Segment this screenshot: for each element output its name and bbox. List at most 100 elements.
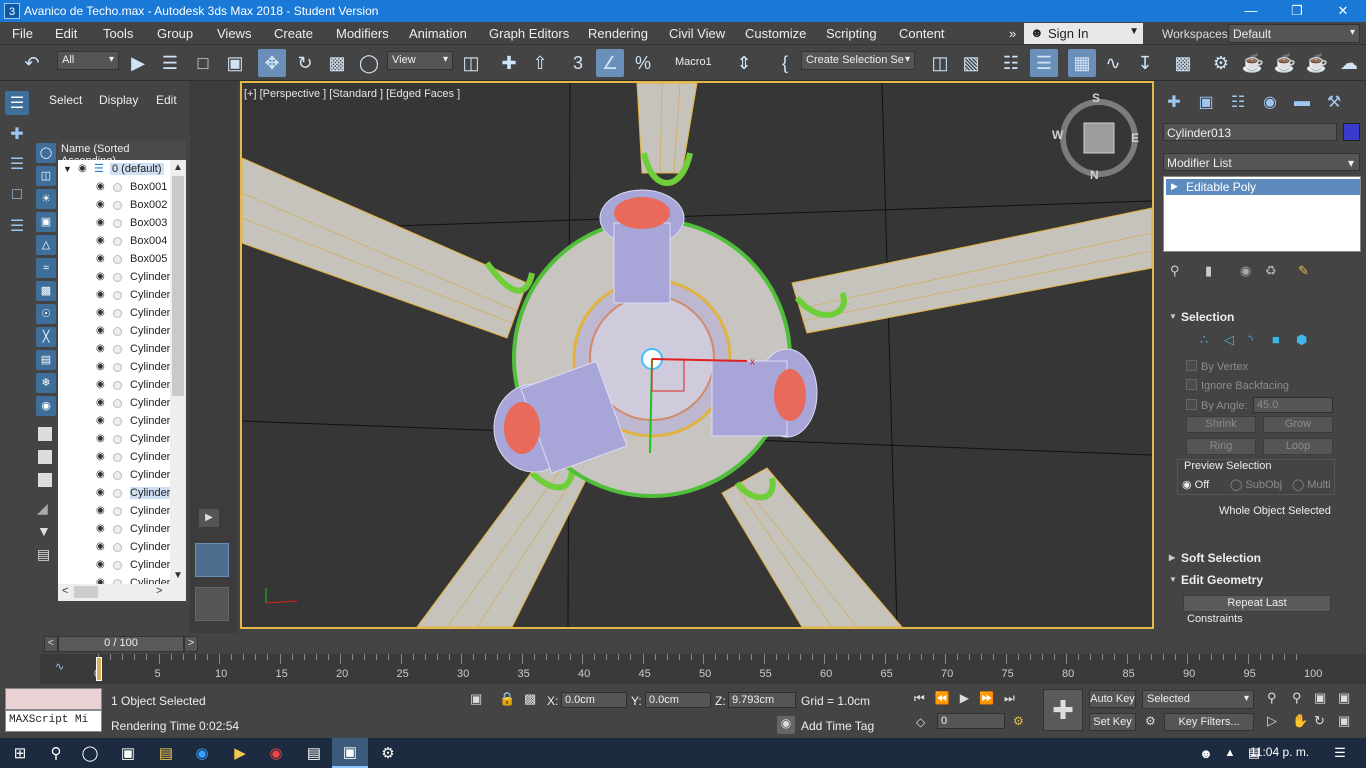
render-in-cloud-icon[interactable]: ☁ — [1335, 49, 1363, 77]
viewcube-east[interactable]: E — [1131, 131, 1139, 145]
eye-icon[interactable]: ◉ — [96, 253, 105, 264]
maximize-viewport-icon[interactable]: ▣ — [1338, 713, 1350, 729]
menu-modifiers[interactable]: Modifiers — [336, 26, 389, 41]
grow-button[interactable]: Grow — [1263, 416, 1333, 433]
window-crossing-icon[interactable]: ▣ — [221, 49, 249, 77]
ring-button[interactable]: Ring — [1186, 438, 1256, 455]
show-none-icon[interactable] — [38, 450, 52, 464]
filter-cameras-icon[interactable]: ▣ — [36, 212, 56, 232]
filter-xrefs-icon[interactable]: ☉ — [36, 304, 56, 324]
menu-animation[interactable]: Animation — [409, 26, 467, 41]
select-object-icon[interactable]: ▶ — [124, 49, 152, 77]
eye-icon[interactable]: ◉ — [96, 271, 105, 282]
viewcube-south[interactable]: S — [1092, 91, 1100, 105]
absolute-mode-icon[interactable]: ▩ — [524, 691, 536, 707]
rendered-frame-window-icon[interactable]: ☕ — [1239, 49, 1267, 77]
vertex-icon[interactable]: ∴ — [1200, 332, 1208, 348]
filter-particles-icon[interactable]: ❄ — [36, 373, 56, 393]
selection-rollout-header[interactable]: Selection — [1164, 308, 1354, 328]
zoom-all-icon[interactable]: ⚲ — [1292, 690, 1302, 706]
track-bar[interactable]: 0510152025303540455055606570758085909510… — [40, 654, 1366, 684]
next-frame-icon[interactable]: ⏩ — [979, 691, 1004, 705]
menu-tools[interactable]: Tools — [103, 26, 133, 41]
orbit-icon[interactable]: ↻ — [1314, 713, 1325, 729]
manipulate-icon[interactable]: ✚ — [495, 49, 523, 77]
scroll-up-icon[interactable]: ▲ — [173, 162, 183, 173]
time-cursor[interactable] — [96, 657, 102, 681]
place-icon[interactable]: ◯ — [355, 49, 383, 77]
filter-geometry-icon[interactable]: ◯ — [36, 143, 56, 163]
edit-named-selection-icon[interactable]: { — [771, 49, 799, 77]
by-vertex-checkbox[interactable]: By Vertex — [1186, 360, 1248, 373]
store-icon[interactable]: ▤ — [296, 738, 332, 768]
eye-icon[interactable]: ◉ — [96, 217, 105, 228]
create-tab-icon[interactable]: ✚ — [1162, 90, 1186, 114]
tab-display[interactable]: Display — [99, 93, 138, 107]
menu-customize[interactable]: Customize — [745, 26, 806, 41]
layer-row[interactable]: ▼ ◉ ☰ 0 (default) — [58, 160, 170, 178]
list-item[interactable]: ◉ Cylinder — [58, 358, 170, 376]
named-selection-dropdown[interactable]: Create Selection Se — [801, 51, 915, 70]
funnel-icon[interactable]: ▼ — [37, 523, 51, 539]
list-item[interactable]: ◉ Cylinder — [58, 268, 170, 286]
configure-modifier-sets-icon[interactable]: ✎ — [1298, 263, 1309, 279]
soft-selection-rollout-header[interactable]: Soft Selection — [1164, 549, 1354, 569]
edit-geometry-rollout-header[interactable]: Edit Geometry — [1164, 571, 1354, 591]
object-name-field[interactable]: Cylinder013 — [1163, 123, 1337, 141]
layers-icon[interactable]: ☰ — [5, 152, 29, 176]
menu-group[interactable]: Group — [157, 26, 193, 41]
invert-display-icon[interactable] — [38, 473, 52, 487]
list-item[interactable]: ◉ Cylinder — [58, 466, 170, 484]
list-item[interactable]: ◉ Cylinder — [58, 574, 170, 584]
freeze-icon[interactable] — [113, 399, 122, 408]
repeat-last-button[interactable]: Repeat Last — [1183, 595, 1331, 612]
show-end-result-icon[interactable]: ▮ — [1205, 263, 1212, 279]
cortana-icon[interactable]: ◯ — [72, 738, 108, 768]
eye-icon[interactable]: ◉ — [96, 343, 105, 354]
display-tab-icon[interactable]: ▬ — [1290, 90, 1314, 114]
time-tag-icon[interactable]: ◉ — [777, 716, 795, 734]
object-color-swatch[interactable] — [1343, 123, 1360, 141]
macro-label[interactable]: Macro1 — [675, 56, 712, 68]
undo-icon[interactable]: ↶ — [18, 49, 46, 77]
freeze-icon[interactable] — [113, 525, 122, 534]
pin-stack-icon[interactable]: ⚲ — [1170, 263, 1180, 279]
y-coordinate-field[interactable]: 0.0cm — [645, 692, 711, 708]
current-frame-field[interactable]: 0 — [937, 713, 1005, 729]
expand-arrow-icon[interactable]: ▶ — [1171, 181, 1178, 192]
go-to-start-icon[interactable]: ⏮ — [914, 691, 935, 705]
previous-frame-icon[interactable]: ⏪ — [935, 691, 960, 705]
viewport-layout-single[interactable] — [195, 543, 229, 577]
pan-view-icon[interactable]: ✋ — [1292, 713, 1308, 729]
media-player-icon[interactable]: ▶ — [222, 738, 258, 768]
freeze-icon[interactable] — [113, 291, 122, 300]
list-item[interactable]: ◉ Cylinder — [58, 538, 170, 556]
eye-icon[interactable]: ◉ — [96, 379, 105, 390]
eye-icon[interactable]: ◉ — [96, 235, 105, 246]
list-item[interactable]: ◉ Box004 — [58, 232, 170, 250]
expand-arrow-icon[interactable]: ▼ — [63, 164, 72, 174]
freeze-icon[interactable] — [113, 435, 122, 444]
file-explorer-icon[interactable]: ▤ — [148, 738, 184, 768]
freeze-icon[interactable] — [113, 273, 122, 282]
select-and-rotate-icon[interactable]: ↻ — [291, 49, 319, 77]
pivot-icon[interactable]: ◫ — [457, 49, 485, 77]
menu-graph-editors[interactable]: Graph Editors — [489, 26, 569, 41]
remove-modifier-icon[interactable]: ♻ — [1265, 263, 1277, 279]
utilities-tab-icon[interactable]: ⚒ — [1322, 90, 1346, 114]
viewcube-north[interactable]: N — [1090, 168, 1099, 182]
freeze-icon[interactable] — [113, 201, 122, 210]
clock[interactable]: 11:04 p. m. — [1250, 745, 1309, 759]
windows-start-icon[interactable]: ⊞ — [2, 738, 38, 768]
scroll-down-icon[interactable]: ▼ — [173, 570, 183, 581]
list-item[interactable]: ◉ Box005 — [58, 250, 170, 268]
sign-in-dropdown[interactable]: ☻ Sign In ▼ — [1024, 23, 1143, 44]
filter-lights-icon[interactable]: ☀ — [36, 189, 56, 209]
list-item[interactable]: ◉ Cylinder — [58, 304, 170, 322]
shrink-button[interactable]: Shrink — [1186, 416, 1256, 433]
filter-frozen-icon[interactable]: ◉ — [36, 396, 56, 416]
motion-tab-icon[interactable]: ◉ — [1258, 90, 1282, 114]
eye-icon[interactable]: ◉ — [96, 433, 105, 444]
x-coordinate-field[interactable]: 0.0cm — [561, 692, 627, 708]
eye-icon[interactable]: ◉ — [96, 523, 105, 534]
